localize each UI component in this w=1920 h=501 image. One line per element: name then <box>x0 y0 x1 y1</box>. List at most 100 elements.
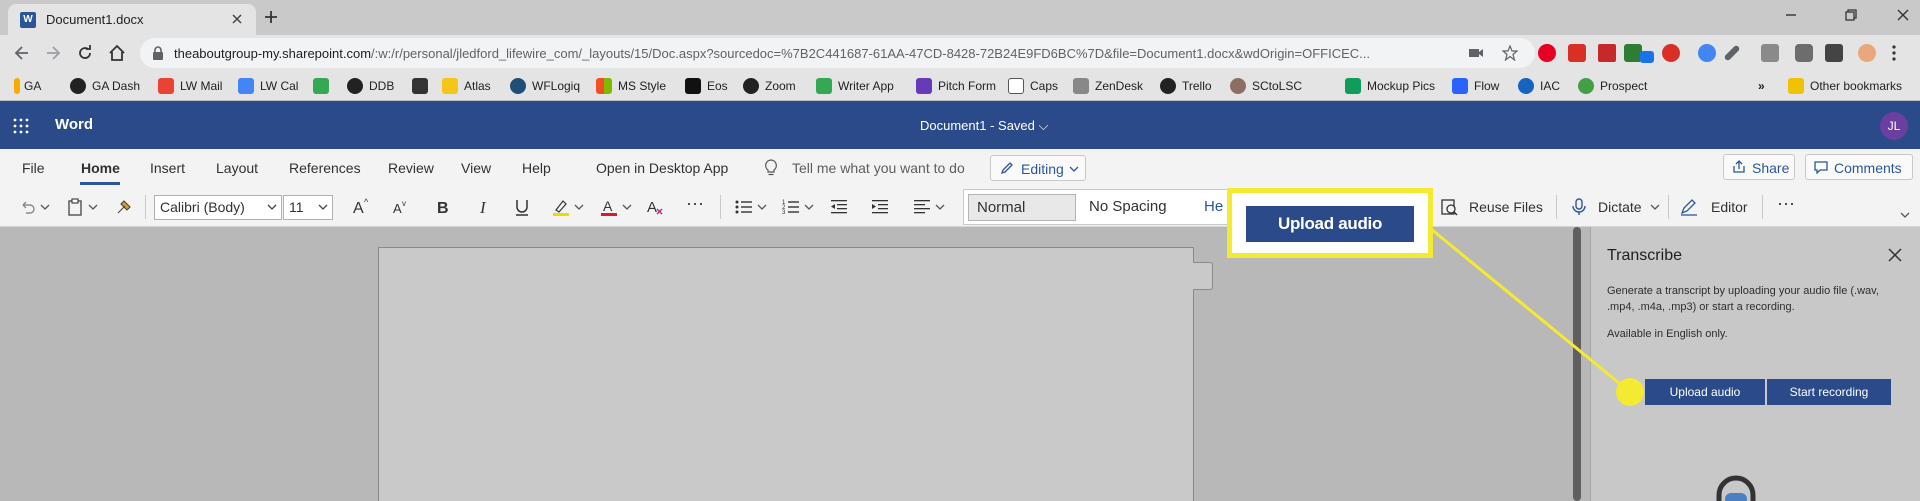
grow-font-icon[interactable]: A ^ <box>352 198 372 216</box>
chevron-down-icon[interactable] <box>574 198 584 216</box>
forward-icon[interactable] <box>43 43 63 63</box>
bookmark-star-icon[interactable] <box>1502 45 1518 61</box>
bookmark-ga[interactable]: GA <box>14 77 41 95</box>
document-page[interactable] <box>378 247 1194 501</box>
browser-tab[interactable]: W Document1.docx <box>8 4 256 35</box>
close-tab-icon[interactable] <box>228 10 246 28</box>
share-button[interactable]: Share <box>1723 154 1795 180</box>
reload-icon[interactable] <box>75 43 95 63</box>
align-icon[interactable] <box>913 198 931 216</box>
bookmark-drive[interactable] <box>313 77 329 95</box>
highlight-icon[interactable] <box>552 198 570 216</box>
font-color-icon[interactable]: A <box>600 198 618 216</box>
bookmark-iac[interactable]: IAC <box>1518 77 1560 95</box>
extension-blue-icon[interactable] <box>1698 44 1716 62</box>
editor-icon[interactable] <box>1680 198 1698 216</box>
bookmarks-overflow[interactable]: » <box>1758 77 1765 95</box>
other-bookmarks[interactable]: Other bookmarks <box>1788 77 1902 95</box>
bullets-icon[interactable] <box>735 198 753 216</box>
bookmark-lw-cal[interactable]: LW Cal <box>238 77 298 95</box>
bookmark-sctolsc[interactable]: SCtoLSC <box>1230 77 1302 95</box>
bookmark-wflogiq[interactable]: WFLogiq <box>510 77 580 95</box>
bookmark-zendesk[interactable]: ZenDesk <box>1073 77 1143 95</box>
profile-icon[interactable] <box>1858 44 1876 62</box>
new-tab-icon[interactable] <box>262 8 280 26</box>
chevron-down-icon[interactable] <box>935 198 945 216</box>
lock-icon[interactable] <box>152 46 164 60</box>
app-name[interactable]: Word <box>55 116 93 133</box>
bookmark-ga-dash[interactable]: GA Dash <box>70 77 140 95</box>
font-size-select[interactable]: 11 <box>283 195 333 220</box>
pdf-icon[interactable] <box>1598 44 1616 62</box>
bookmark-atlas[interactable]: Atlas <box>442 77 491 95</box>
home-icon[interactable] <box>107 43 127 63</box>
microphone-icon[interactable] <box>1570 198 1588 216</box>
flipboard-icon[interactable] <box>1568 44 1586 62</box>
menu-kebab-icon[interactable] <box>1892 44 1896 62</box>
paste-clipboard-icon[interactable] <box>66 198 84 216</box>
clear-formatting-icon[interactable]: A <box>646 198 664 216</box>
screenshot-icon[interactable] <box>1795 44 1813 62</box>
style-no-spacing[interactable]: No Spacing <box>1089 198 1167 215</box>
style-normal[interactable]: Normal <box>968 194 1076 221</box>
bookmark-trello[interactable]: Trello <box>1160 77 1212 95</box>
restore-icon[interactable] <box>1842 6 1860 24</box>
upload-audio-button[interactable]: Upload audio <box>1645 379 1765 405</box>
app-launcher-icon[interactable] <box>13 118 29 134</box>
bookmark-zoom[interactable]: Zoom <box>743 77 796 95</box>
document-title[interactable]: Document1 - Saved ⌵ <box>920 118 1048 134</box>
reuse-files-label[interactable]: Reuse Files <box>1469 199 1543 215</box>
tab-review[interactable]: Review <box>388 160 434 176</box>
camera-icon[interactable] <box>1468 45 1484 61</box>
chevron-down-icon[interactable] <box>622 198 632 216</box>
tab-references[interactable]: References <box>289 160 361 176</box>
url-text[interactable]: theaboutgroup-my.sharepoint.com/:w:/r/pe… <box>174 46 1370 61</box>
editing-mode-button[interactable]: Editing <box>990 155 1086 181</box>
shrink-font-icon[interactable]: Av <box>391 198 411 216</box>
more-font-options[interactable]: ··· <box>686 193 704 214</box>
decrease-indent-icon[interactable] <box>830 198 848 216</box>
minimize-icon[interactable] <box>1782 6 1800 24</box>
tab-help[interactable]: Help <box>522 160 551 176</box>
bookmark-g[interactable] <box>412 77 428 95</box>
tab-file[interactable]: File <box>22 160 45 176</box>
chevron-down-icon[interactable] <box>757 198 767 216</box>
bookmark-writer-app[interactable]: Writer App <box>816 77 894 95</box>
chevron-down-icon[interactable] <box>1900 210 1910 220</box>
open-in-desktop-app[interactable]: Open in Desktop App <box>596 160 728 176</box>
extensions-puzzle-icon[interactable] <box>1825 44 1843 62</box>
bookmark-ddb[interactable]: DDB <box>347 77 394 95</box>
numbering-icon[interactable]: 123 <box>782 198 800 216</box>
dictate-label[interactable]: Dictate <box>1598 199 1642 215</box>
pen-icon[interactable] <box>1723 44 1741 62</box>
comments-button[interactable]: Comments <box>1805 154 1913 180</box>
close-icon[interactable] <box>1887 247 1903 263</box>
undo-icon[interactable] <box>18 198 36 216</box>
start-recording-button[interactable]: Start recording <box>1767 379 1891 405</box>
bold-icon[interactable]: B <box>434 198 452 216</box>
bookmark-flow[interactable]: Flow <box>1452 77 1499 95</box>
format-painter-icon[interactable] <box>115 198 133 216</box>
extension-gray-icon[interactable] <box>1761 44 1779 62</box>
upload-audio-button-zoomed[interactable]: Upload audio <box>1246 206 1414 242</box>
underline-icon[interactable] <box>513 198 531 216</box>
bookmark-pitch-form[interactable]: Pitch Form <box>916 77 996 95</box>
chevron-down-icon[interactable] <box>804 198 814 216</box>
document-scrollbar[interactable] <box>1573 227 1581 501</box>
tab-view[interactable]: View <box>461 160 491 176</box>
bookmark-eos[interactable]: Eos <box>685 77 728 95</box>
italic-icon[interactable]: I <box>475 198 493 216</box>
pinterest-icon[interactable] <box>1538 44 1556 62</box>
reuse-files-icon[interactable] <box>1440 198 1458 216</box>
close-window-icon[interactable] <box>1894 6 1912 24</box>
tell-me-search[interactable]: Tell me what you want to do <box>792 160 965 176</box>
increase-indent-icon[interactable] <box>871 198 889 216</box>
opera-icon[interactable] <box>1662 44 1680 62</box>
tab-layout[interactable]: Layout <box>216 160 258 176</box>
back-icon[interactable] <box>12 43 32 63</box>
tab-insert[interactable]: Insert <box>150 160 185 176</box>
tab-home[interactable]: Home <box>81 160 120 176</box>
bookmark-lw-mail[interactable]: LW Mail <box>158 77 222 95</box>
address-bar[interactable]: theaboutgroup-my.sharepoint.com/:w:/r/pe… <box>140 38 1535 68</box>
avatar[interactable]: JL <box>1880 112 1908 140</box>
